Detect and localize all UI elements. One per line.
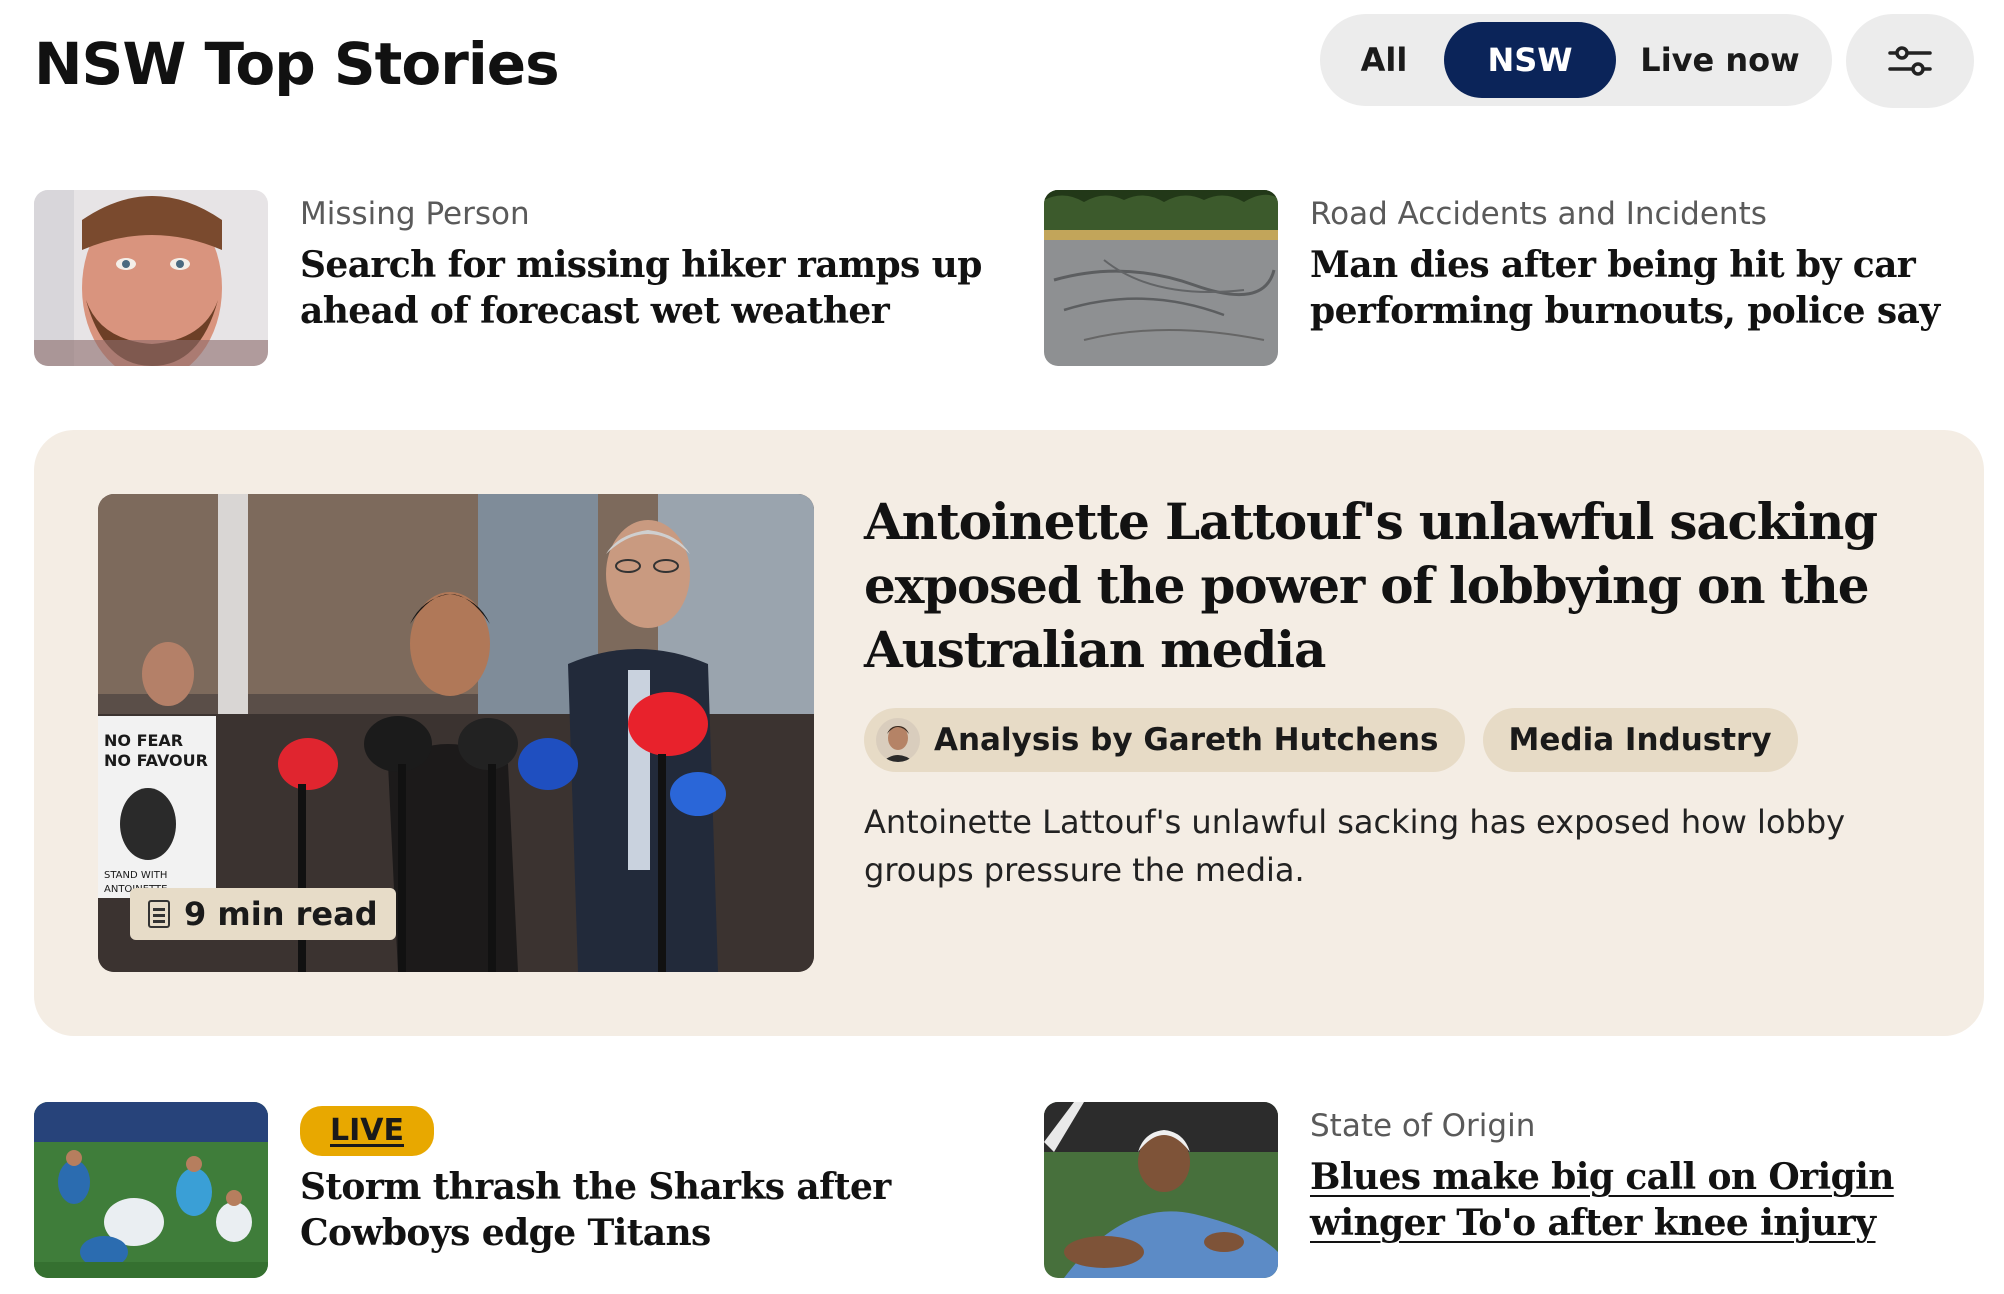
filter-tabs: All NSW Live now	[1320, 14, 1832, 106]
story-text: State of Origin Blues make big call on O…	[1310, 1106, 2004, 1246]
page-title: NSW Top Stories	[34, 30, 560, 98]
story-text: Missing Person Search for missing hiker …	[300, 194, 1020, 334]
story-card[interactable]: LIVE Storm thrash the Sharks after Cowbo…	[34, 1102, 1014, 1278]
svg-text:NO FEAR: NO FEAR	[104, 731, 183, 750]
author-tag-label: Analysis by Gareth Hutchens	[934, 722, 1439, 758]
story-thumbnail[interactable]	[1044, 1102, 1278, 1278]
page-header: NSW Top Stories All NSW Live now	[34, 14, 1984, 114]
svg-text:NO FAVOUR: NO FAVOUR	[104, 751, 208, 770]
featured-story-description: Antoinette Lattouf's unlawful sacking ha…	[864, 803, 1846, 889]
story-category[interactable]: State of Origin	[1310, 1106, 2004, 1146]
story-headline[interactable]: Search for missing hiker ramps up ahead …	[300, 242, 1020, 334]
read-time-label: 9 min read	[184, 895, 378, 933]
featured-story-text: Antoinette Lattouf's unlawful sacking ex…	[864, 490, 1914, 894]
story-category[interactable]: Missing Person	[300, 194, 1020, 234]
featured-story-card[interactable]: NO FEAR NO FAVOUR STAND WITH ANTOINETTE	[34, 430, 1984, 1036]
story-thumbnail[interactable]	[1044, 190, 1278, 366]
story-headline[interactable]: Man dies after being hit by car performi…	[1310, 242, 2004, 334]
story-card[interactable]: Missing Person Search for missing hiker …	[34, 190, 1014, 366]
read-time-badge: 9 min read	[130, 888, 396, 940]
filter-settings-button[interactable]	[1846, 14, 1974, 108]
story-text: LIVE Storm thrash the Sharks after Cowbo…	[300, 1106, 1020, 1256]
author-tag[interactable]: Analysis by Gareth Hutchens	[864, 708, 1465, 772]
live-badge[interactable]: LIVE	[300, 1106, 434, 1156]
author-avatar	[876, 718, 920, 762]
tag-row: Analysis by Gareth Hutchens Media Indust…	[864, 708, 1914, 772]
story-card[interactable]: State of Origin Blues make big call on O…	[1044, 1102, 1984, 1278]
filter-live-now[interactable]: Live now	[1620, 22, 1820, 98]
story-thumbnail[interactable]	[34, 1102, 268, 1278]
filter-all[interactable]: All	[1334, 22, 1434, 98]
story-headline[interactable]: Storm thrash the Sharks after Cowboys ed…	[300, 1164, 1020, 1256]
svg-text:STAND WITH: STAND WITH	[104, 870, 167, 881]
story-card[interactable]: Road Accidents and Incidents Man dies af…	[1044, 190, 1984, 366]
document-icon	[148, 900, 170, 928]
featured-story-headline[interactable]: Antoinette Lattouf's unlawful sacking ex…	[864, 490, 1914, 682]
story-category[interactable]: Road Accidents and Incidents	[1310, 194, 2004, 234]
featured-story-image[interactable]: NO FEAR NO FAVOUR STAND WITH ANTOINETTE	[98, 494, 814, 972]
story-headline[interactable]: Blues make big call on Origin winger To'…	[1310, 1154, 2004, 1246]
topic-tag[interactable]: Media Industry	[1482, 708, 1798, 772]
sliders-icon	[1888, 46, 1932, 76]
filter-nsw[interactable]: NSW	[1444, 22, 1616, 98]
story-thumbnail[interactable]	[34, 190, 268, 366]
story-text: Road Accidents and Incidents Man dies af…	[1310, 194, 2004, 334]
